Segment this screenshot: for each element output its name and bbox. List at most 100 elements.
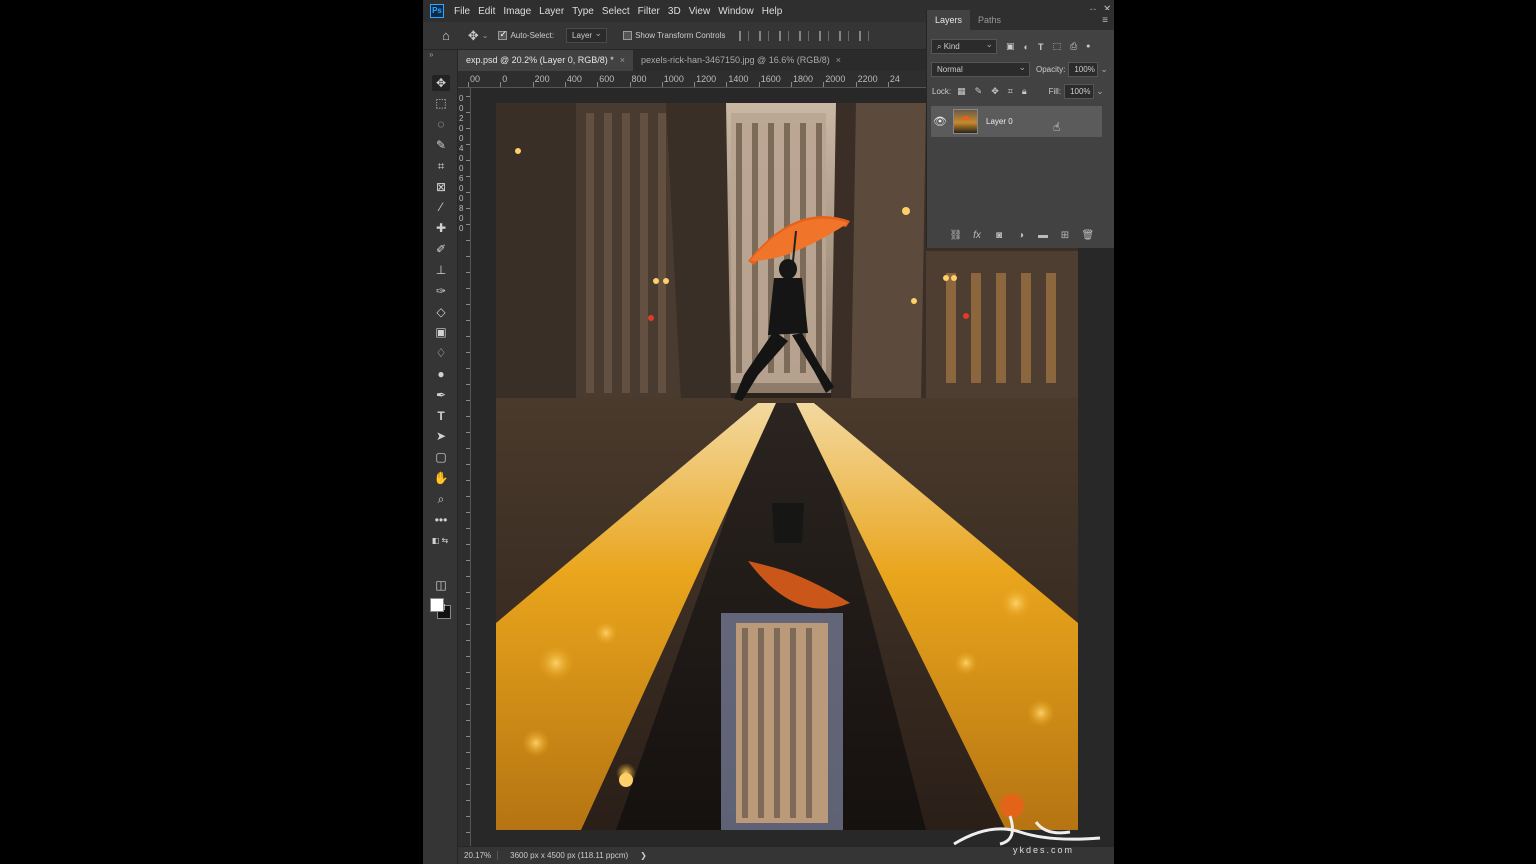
opacity-input[interactable]: 100% [1068,62,1099,77]
panel-menu-icon[interactable]: ≡ [1102,15,1108,26]
filter-kind-dropdown[interactable]: ⌕ Kind [931,38,997,54]
lock-position-icon[interactable]: ✥ [991,86,999,97]
swap-colors-icon[interactable]: ◧ ⇆ [429,532,451,548]
ruler-tick [466,448,470,449]
tab-layers[interactable]: Layers [927,10,971,30]
ruler-tick [466,400,470,401]
ruler-tick [661,82,663,87]
filter-smart-object-icon[interactable]: ⎙ [1070,41,1077,52]
menu-filter[interactable]: Filter [634,6,664,17]
eyedropper-tool-icon[interactable]: ⁄ [432,199,450,215]
status-menu-arrow-icon[interactable]: ❯ [640,851,647,860]
menu-select[interactable]: Select [598,6,634,17]
more-tools-icon[interactable]: ••• [432,512,450,528]
brush-tool-icon[interactable]: ✐ [432,241,450,257]
quick-select-tool-icon[interactable]: ✎ [432,137,450,153]
pen-tool-icon[interactable]: ✒ [432,387,450,403]
align-right-icon[interactable] [779,30,790,41]
lock-transparent-icon[interactable]: ▦ [957,86,966,97]
align-top-icon[interactable] [819,30,830,41]
lock-image-icon[interactable]: ✎ [975,86,983,97]
move-icon[interactable]: ✥ [468,28,479,44]
move-tool-icon[interactable]: ✥ [432,75,450,91]
lasso-tool-icon[interactable]: ◌ [432,116,450,132]
menu-image[interactable]: Image [499,6,535,17]
align-center-icon[interactable] [759,30,770,41]
add-mask-icon[interactable]: ◙ [994,230,1005,241]
close-icon[interactable]: × [620,55,625,65]
blur-tool-icon[interactable]: ♢ [432,345,450,361]
ruler-tick [466,208,470,209]
tab-pexels-jpg[interactable]: pexels-rick-han-3467150.jpg @ 16.6% (RGB… [633,50,849,71]
ruler-tick [726,82,728,87]
home-icon[interactable]: ⌂ [442,28,450,43]
hand-tool-icon[interactable]: ✋ [432,470,450,486]
new-group-icon[interactable]: ▬ [1038,230,1049,241]
menu-layer[interactable]: Layer [535,6,568,17]
menu-edit[interactable]: Edit [474,6,499,17]
align-middle-icon[interactable] [839,30,850,41]
history-brush-tool-icon[interactable]: ✑ [432,283,450,299]
foreground-color-swatch[interactable] [430,598,444,612]
link-layers-icon[interactable]: ⛓︎ [950,230,963,241]
close-icon[interactable]: × [836,55,841,65]
chevron-down-icon[interactable]: ⌄ [1096,86,1104,97]
menu-file[interactable]: File [450,6,474,17]
gradient-tool-icon[interactable]: ▣ [432,324,450,340]
frame-tool-icon[interactable]: ⊠ [432,179,450,195]
filter-toggle-icon[interactable]: ● [1086,43,1090,50]
fx-icon[interactable]: fx [972,230,983,241]
auto-select-checkbox[interactable]: Auto-Select: [498,29,554,40]
type-tool-icon[interactable]: T [432,408,450,424]
layer-name[interactable]: Layer 0 [986,117,1013,126]
ruler-tick [466,144,470,145]
checkbox-icon[interactable] [498,29,508,40]
filter-adjustment-icon[interactable]: ◐ [1024,42,1029,52]
menu-window[interactable]: Window [714,6,758,17]
chevron-down-icon[interactable]: ⌄ [482,31,489,40]
ruler-tick [466,672,470,673]
show-transform-checkbox[interactable]: Show Transform Controls [623,31,725,40]
ruler-tick [564,82,566,87]
checkbox-icon[interactable] [623,31,633,40]
crop-tool-icon[interactable]: ⌗ [432,158,450,174]
zoom-level[interactable]: 20.17% [458,851,499,860]
ruler-tick [466,176,470,177]
adjustment-layer-icon[interactable]: ◑ [1016,230,1027,241]
fill-input[interactable]: 100% [1064,84,1095,99]
tab-exp-psd[interactable]: exp.psd @ 20.2% (Layer 0, RGB/8) * × [458,50,633,71]
chevron-down-icon[interactable]: ⌄ [1100,64,1108,75]
layer-row-layer-0[interactable]: 👁︎ Layer 0 ☝︎ [931,106,1102,137]
menu-view[interactable]: View [685,6,715,17]
collapse-icon[interactable]: » [429,50,433,59]
distribute-icon[interactable] [799,30,810,41]
menu-help[interactable]: Help [758,6,787,17]
filter-shape-icon[interactable]: ⬚ [1052,41,1061,52]
auto-select-target-dropdown[interactable]: Layer [566,27,608,43]
menu-3d[interactable]: 3D [664,6,685,17]
eraser-tool-icon[interactable]: ◇ [432,304,450,320]
photoshop-logo-icon[interactable]: Ps [430,4,444,18]
menu-type[interactable]: Type [568,6,598,17]
quick-mask-icon[interactable]: ◫ [432,577,450,593]
path-select-tool-icon[interactable]: ➤ [432,428,450,444]
zoom-tool-icon[interactable]: ⌕ [432,491,450,507]
blend-mode-dropdown[interactable]: Normal [931,61,1030,77]
ruler-tick [466,592,470,593]
tab-paths[interactable]: Paths [970,10,1009,30]
healing-tool-icon[interactable]: ✚ [432,220,450,236]
delete-layer-icon[interactable]: 🗑︎ [1082,230,1095,241]
filter-pixel-icon[interactable]: ▣ [1006,41,1015,52]
align-bottom-icon[interactable] [859,30,870,41]
marquee-tool-icon[interactable]: ⬚ [432,95,450,111]
new-layer-icon[interactable]: ⊞ [1060,230,1071,241]
align-left-icon[interactable] [739,30,750,41]
filter-type-icon[interactable]: T [1038,42,1044,52]
dodge-tool-icon[interactable]: ● [432,366,450,382]
layer-thumbnail[interactable] [953,109,978,134]
eye-icon[interactable]: 👁︎ [931,115,949,128]
lock-all-icon[interactable]: 🔒︎ [1022,86,1027,97]
lock-artboard-icon[interactable]: ⌗ [1008,86,1013,97]
shape-tool-icon[interactable]: ▢ [432,449,450,465]
stamp-tool-icon[interactable]: ⊥ [432,262,450,278]
